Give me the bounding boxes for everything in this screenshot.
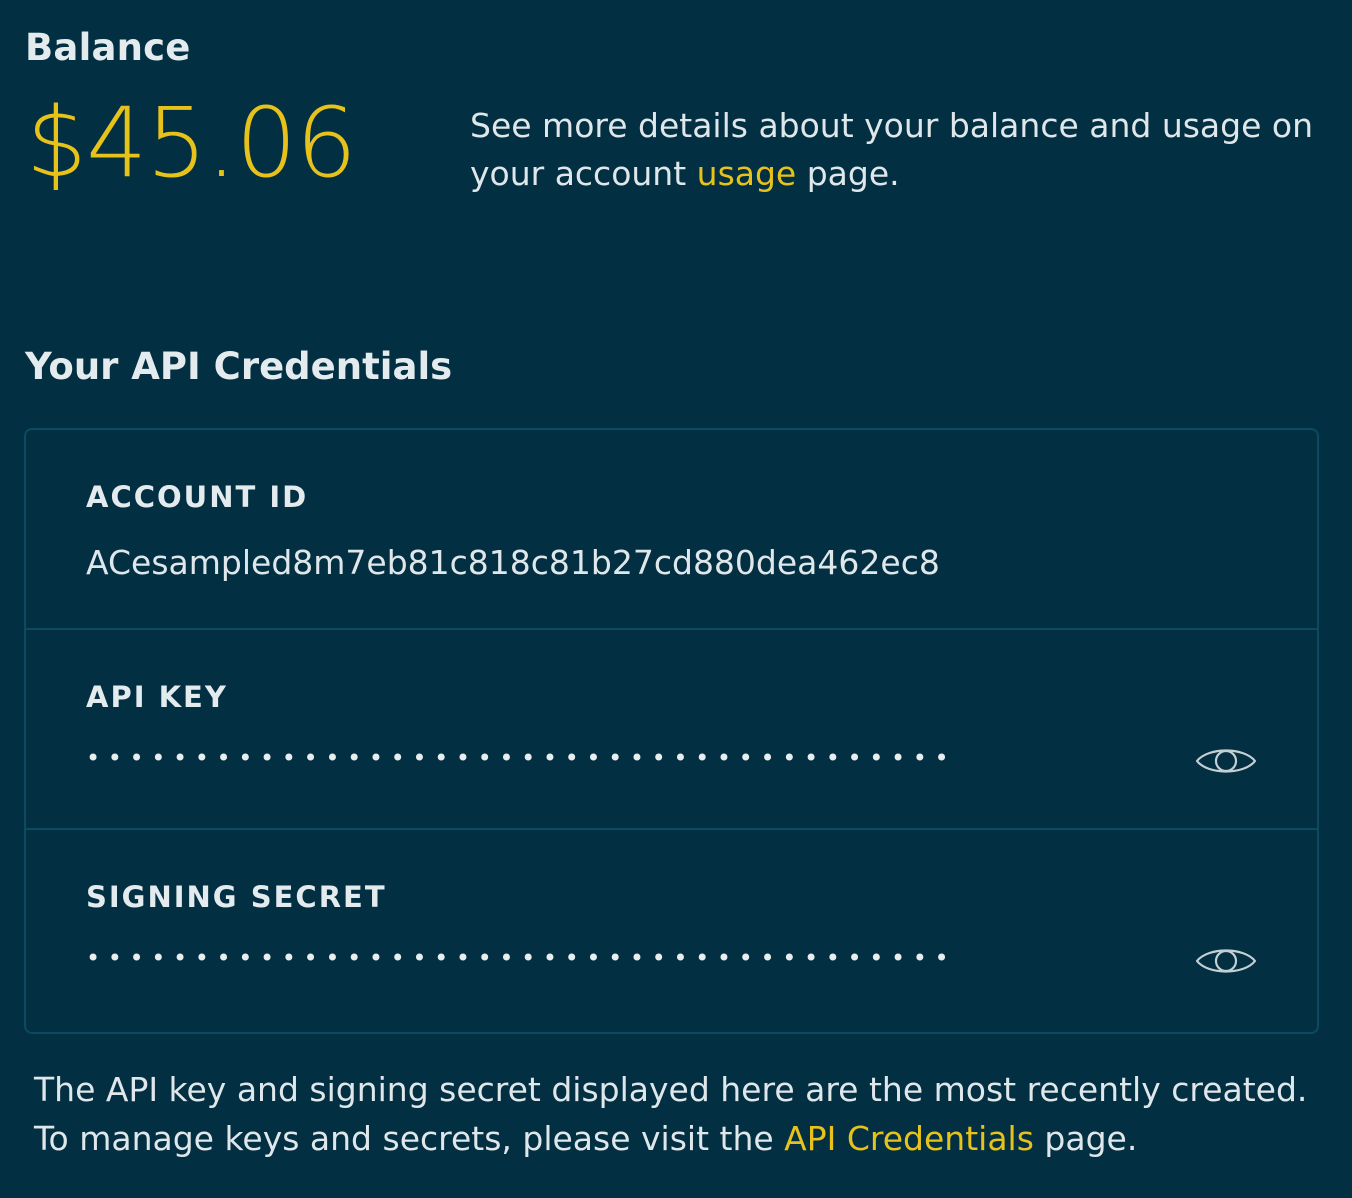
signing-secret-row: SIGNING SECRET •••••••••••••••••••••••••…: [26, 830, 1317, 1030]
api-key-row: API KEY ••••••••••••••••••••••••••••••••…: [26, 630, 1317, 830]
api-key-masked-value: ••••••••••••••••••••••••••••••••••••••••: [86, 744, 957, 772]
account-id-row: ACCOUNT ID ACesampled8m7eb81c818c81b27cd…: [26, 430, 1317, 630]
balance-amount: $45.06: [26, 87, 357, 199]
signing-secret-masked-value: ••••••••••••••••••••••••••••••••••••••••: [86, 944, 957, 972]
page: Balance $45.06 See more details about yo…: [0, 0, 1352, 1198]
eye-icon[interactable]: [1194, 941, 1258, 981]
footer-note: The API key and signing secret displayed…: [34, 1065, 1334, 1163]
signing-secret-label: SIGNING SECRET: [86, 880, 387, 914]
account-id-value[interactable]: ACesampled8m7eb81c818c81b27cd880dea462ec…: [86, 543, 940, 582]
account-id-label: ACCOUNT ID: [86, 480, 309, 514]
api-key-label: API KEY: [86, 680, 228, 714]
balance-label: Balance: [25, 26, 191, 69]
footer-note-text-end: page.: [1033, 1119, 1138, 1158]
credentials-card: ACCOUNT ID ACesampled8m7eb81c818c81b27cd…: [24, 428, 1319, 1034]
eye-icon[interactable]: [1194, 741, 1258, 781]
balance-note: See more details about your balance and …: [470, 102, 1330, 198]
api-credentials-link[interactable]: API Credentials: [784, 1119, 1034, 1158]
balance-note-text-end: page.: [796, 154, 900, 193]
usage-link[interactable]: usage: [697, 154, 797, 193]
credentials-title: Your API Credentials: [25, 345, 453, 388]
